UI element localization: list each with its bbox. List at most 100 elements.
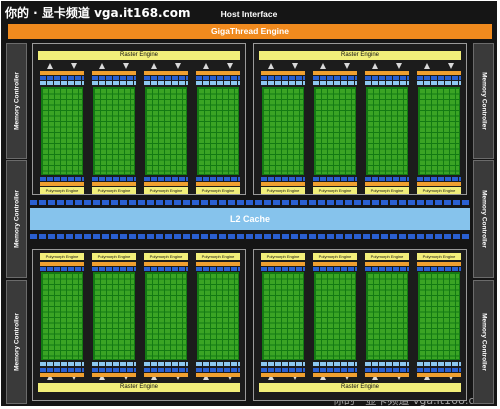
instruction-cache (261, 71, 305, 75)
instruction-cache (92, 71, 136, 75)
dispatch-unit (144, 362, 188, 366)
load-store-units (417, 267, 461, 271)
warp-scheduler (365, 76, 409, 80)
cuda-core-array (418, 87, 460, 175)
dispatch-unit (196, 81, 240, 85)
streaming-multiprocessor: Polymorph Engine (364, 253, 410, 378)
warp-scheduler (313, 76, 357, 80)
warp-scheduler (196, 368, 240, 372)
streaming-multiprocessor: Polymorph Engine (195, 71, 241, 196)
raster-engine: Raster Engine (38, 51, 240, 60)
arrow-up-icon (372, 63, 378, 69)
memory-controller: Memory Controller (473, 280, 494, 404)
polymorph-engine: Polymorph Engine (417, 253, 461, 260)
warp-scheduler (196, 76, 240, 80)
polymorph-engine: Polymorph Engine (261, 253, 305, 260)
dispatch-unit (365, 362, 409, 366)
gigathread-engine: GigaThread Engine (8, 24, 492, 39)
cuda-core-array (145, 87, 187, 175)
arrow-up-icon (268, 63, 274, 69)
shared-memory (365, 182, 409, 186)
streaming-multiprocessor: Polymorph Engine (91, 71, 137, 196)
streaming-multiprocessor: Polymorph Engine (260, 253, 306, 378)
cuda-core-array (41, 272, 83, 360)
load-store-units (313, 177, 357, 181)
warp-scheduler (365, 368, 409, 372)
arrow-up-icon (203, 63, 209, 69)
warp-scheduler (313, 368, 357, 372)
warp-scheduler (261, 368, 305, 372)
instruction-cache (313, 71, 357, 75)
load-store-units (196, 267, 240, 271)
dispatch-unit (313, 81, 357, 85)
streaming-multiprocessor: Polymorph Engine (39, 71, 85, 196)
dispatch-unit (92, 362, 136, 366)
raster-engine: Raster Engine (259, 383, 461, 392)
arrow-down-icon (396, 63, 402, 69)
shared-memory (92, 182, 136, 186)
instruction-cache (196, 71, 240, 75)
shared-memory (417, 182, 461, 186)
polymorph-engine: Polymorph Engine (40, 253, 84, 260)
load-store-units (92, 177, 136, 181)
polymorph-engine: Polymorph Engine (144, 187, 188, 194)
streaming-multiprocessor: Polymorph Engine (364, 71, 410, 196)
load-store-units (92, 267, 136, 271)
dispatch-unit (417, 81, 461, 85)
streaming-multiprocessor: Polymorph Engine (416, 253, 462, 378)
gpc: Raster Engine Polymorph Engine Polymorph E… (32, 249, 246, 401)
polymorph-engine: Polymorph Engine (196, 253, 240, 260)
load-store-units (40, 177, 84, 181)
load-store-units (365, 267, 409, 271)
polymorph-engine: Polymorph Engine (92, 187, 136, 194)
warp-scheduler (417, 76, 461, 80)
arrow-down-icon (175, 63, 181, 69)
streaming-multiprocessor: Polymorph Engine (143, 71, 189, 196)
polymorph-engine: Polymorph Engine (196, 187, 240, 194)
memory-controller-label: Memory Controller (13, 72, 20, 130)
arrow-up-icon (320, 63, 326, 69)
load-store-units (144, 177, 188, 181)
gpc: Raster Engine Polymorph Engine Polymorph E… (253, 43, 467, 195)
dispatch-unit (92, 81, 136, 85)
streaming-multiprocessor: Polymorph Engine (143, 253, 189, 378)
load-store-units (196, 177, 240, 181)
cuda-core-array (197, 272, 239, 360)
instruction-cache (365, 373, 409, 377)
cuda-core-array (366, 272, 408, 360)
instruction-cache (144, 71, 188, 75)
shared-memory (261, 182, 305, 186)
shared-memory (196, 262, 240, 266)
streaming-multiprocessor: Polymorph Engine (91, 253, 137, 378)
streaming-multiprocessor: Polymorph Engine (312, 71, 358, 196)
streaming-multiprocessor: Polymorph Engine (312, 253, 358, 378)
load-store-units (313, 267, 357, 271)
warp-scheduler (92, 76, 136, 80)
instruction-cache (144, 373, 188, 377)
arrow-down-icon (123, 63, 129, 69)
cuda-core-array (93, 272, 135, 360)
warp-scheduler (40, 76, 84, 80)
memory-controller-label: Memory Controller (480, 72, 487, 130)
arrow-down-icon (227, 63, 233, 69)
shared-memory (365, 262, 409, 266)
arrow-down-icon (71, 63, 77, 69)
gpc: Raster Engine Polymorph Engine Polymorph E… (253, 249, 467, 401)
host-interface: Host Interface (220, 9, 278, 19)
polymorph-engine: Polymorph Engine (365, 187, 409, 194)
dispatch-unit (40, 362, 84, 366)
load-store-units (365, 177, 409, 181)
shared-memory (144, 262, 188, 266)
polymorph-engine: Polymorph Engine (40, 187, 84, 194)
cuda-core-array (418, 272, 460, 360)
shared-memory (261, 262, 305, 266)
memory-controller: Memory Controller (6, 160, 27, 278)
warp-scheduler (40, 368, 84, 372)
memory-controller-label: Memory Controller (13, 313, 20, 371)
watermark-top: 你的 · 显卡频道 vga.it168.com (5, 6, 191, 20)
polymorph-engine: Polymorph Engine (144, 253, 188, 260)
warp-scheduler (417, 368, 461, 372)
polymorph-engine: Polymorph Engine (261, 187, 305, 194)
dispatch-unit (417, 362, 461, 366)
arrow-down-icon (344, 63, 350, 69)
